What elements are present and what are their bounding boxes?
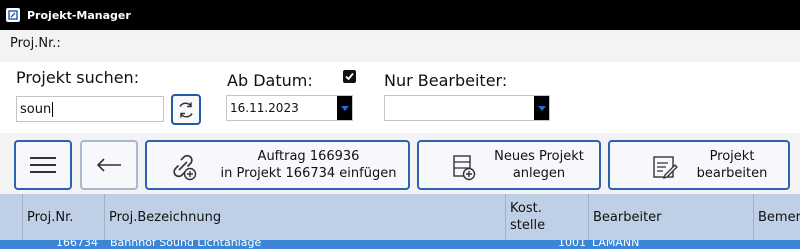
title-bar: Projekt-Manager [0,0,800,30]
neues-projekt-button[interactable]: Neues Projekt anlegen [417,140,601,190]
projekt-bearbeiten-button[interactable]: Projekt bearbeiten [608,140,790,190]
column-header-bemerkung[interactable]: Bemer [754,194,800,240]
refresh-button[interactable] [171,94,201,125]
search-input-value: soun [20,101,52,117]
cell-bezeichnung: Bahnhof Sound Lichtanlage [110,240,262,249]
menu-button[interactable] [14,140,72,190]
projekt-bearbeiten-line1: Projekt [709,149,755,164]
edit-project-icon [653,156,678,180]
back-arrow-icon [96,158,121,172]
search-label: Projekt suchen: [16,68,140,87]
checkbox-checked-icon [345,72,354,81]
auftrag-label-line2: in Projekt 166734 einfügen [220,166,397,181]
cell-projnr: 166734 [56,240,98,249]
ab-datum-value: 16.11.2023 [230,101,299,115]
nur-bearbeiter-label: Nur Bearbeiter: [384,71,508,90]
refresh-icon [179,101,193,118]
ab-datum-select[interactable]: 16.11.2023 [226,95,353,121]
auftrag-label-line1: Auftrag 166936 [257,149,360,164]
window-title: Projekt-Manager [27,8,131,22]
auftrag-einfuegen-button[interactable]: Auftrag 166936 in Projekt 166734 einfüge… [145,140,410,190]
nur-bearbeiter-select[interactable] [384,95,550,121]
column-header-kostenstelle[interactable]: Kost. stelle [506,194,589,240]
menu-icon [30,157,56,173]
column-header-bearbeiter[interactable]: Bearbeiter [589,194,754,240]
dropdown-arrow-icon[interactable] [337,96,352,120]
new-project-icon [453,155,476,181]
text-cursor [52,101,54,117]
column-header-bezeichnung[interactable]: Proj.Bezeichnung [105,194,506,240]
link-add-icon [173,154,197,181]
proj-nr-label: Proj.Nr.: [10,36,61,51]
neues-projekt-line2: anlegen [512,166,566,181]
projekt-bearbeiten-line2: bearbeiten [696,166,768,181]
search-input[interactable]: soun [16,96,164,122]
cell-kostenstelle: 1001 [558,240,586,249]
ab-datum-checkbox[interactable] [343,70,356,83]
neues-projekt-line1: Neues Projekt [494,149,584,164]
app-icon [6,8,20,22]
cell-bearbeiter: LAMANN [592,240,640,249]
back-button[interactable] [80,140,138,190]
dropdown-arrow-icon[interactable] [534,96,549,120]
grid-header: Proj.Nr. Proj.Bezeichnung Kost. stelle B… [0,194,800,240]
ab-datum-label: Ab Datum: [227,71,313,90]
table-row[interactable]: 166734 Bahnhof Sound Lichtanlage 1001 LA… [0,240,800,249]
column-header-projnr[interactable]: Proj.Nr. [23,194,105,240]
row-header-corner [0,194,23,240]
